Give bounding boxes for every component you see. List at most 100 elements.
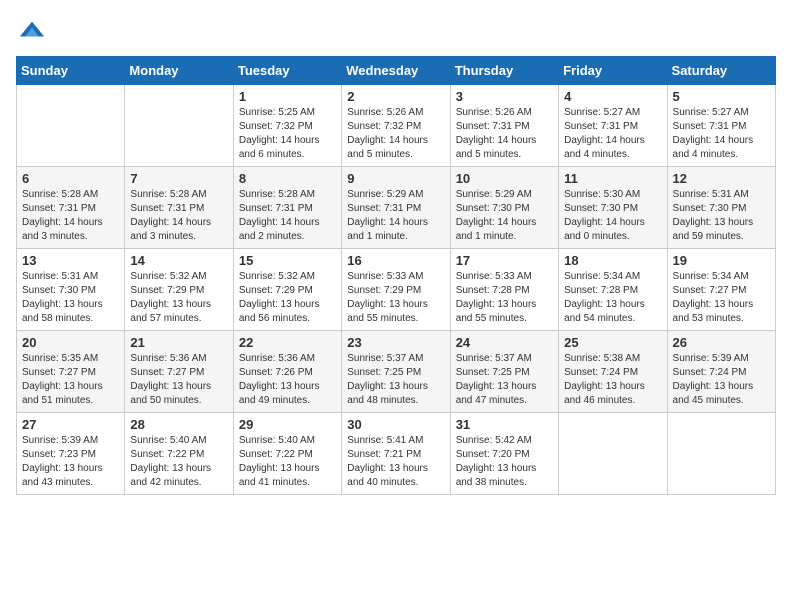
calendar-cell: 5Sunrise: 5:27 AMSunset: 7:31 PMDaylight…: [667, 85, 775, 167]
calendar-cell: 28 Sunrise: 5:40 AMSunset: 7:22 PMDayligh…: [125, 413, 233, 495]
day-info: Sunrise: 5:28 AMSunset: 7:31 PMDaylight:…: [239, 189, 320, 242]
calendar-cell: 21 Sunrise: 5:36 AMSunset: 7:27 PMDayligh…: [125, 331, 233, 413]
calendar-cell: 29 Sunrise: 5:40 AMSunset: 7:22 PMDayligh…: [233, 413, 341, 495]
weekday-header-monday: Monday: [125, 57, 233, 85]
weekday-header-sunday: Sunday: [17, 57, 125, 85]
day-info: Sunrise: 5:35 AMSunset: 7:27 PMDaylight:…: [22, 353, 103, 406]
day-info: Sunrise: 5:25 AMSunset: 7:32 PMDaylight:…: [239, 107, 320, 160]
calendar-cell: 12 Sunrise: 5:31 AMSunset: 7:30 PMDayligh…: [667, 167, 775, 249]
day-info: Sunrise: 5:27 AMSunset: 7:31 PMDaylight:…: [564, 107, 645, 160]
calendar-cell: 30Sunrise: 5:41 AMSunset: 7:21 PMDayligh…: [342, 413, 450, 495]
day-number: 6: [22, 171, 119, 186]
day-number: 16: [347, 253, 444, 268]
calendar-cell: 17 Sunrise: 5:33 AMSunset: 7:28 PMDayligh…: [450, 249, 558, 331]
day-info: Sunrise: 5:37 AMSunset: 7:25 PMDaylight:…: [456, 353, 537, 406]
day-info: Sunrise: 5:33 AMSunset: 7:28 PMDaylight:…: [456, 271, 537, 324]
calendar-week-5: 27Sunrise: 5:39 AMSunset: 7:23 PMDayligh…: [17, 413, 776, 495]
weekday-header-wednesday: Wednesday: [342, 57, 450, 85]
calendar-cell: 18 Sunrise: 5:34 AMSunset: 7:28 PMDayligh…: [559, 249, 667, 331]
day-info: Sunrise: 5:26 AMSunset: 7:31 PMDaylight:…: [456, 107, 537, 160]
calendar-week-1: 1 Sunrise: 5:25 AMSunset: 7:32 PMDaylight…: [17, 85, 776, 167]
page-header: [16, 16, 776, 44]
calendar-cell: 13 Sunrise: 5:31 AMSunset: 7:30 PMDayligh…: [17, 249, 125, 331]
calendar-cell: [17, 85, 125, 167]
day-info: Sunrise: 5:37 AMSunset: 7:25 PMDaylight:…: [347, 353, 428, 406]
calendar-cell: 19 Sunrise: 5:34 AMSunset: 7:27 PMDayligh…: [667, 249, 775, 331]
calendar-cell: [125, 85, 233, 167]
logo-icon: [18, 16, 46, 44]
day-info: Sunrise: 5:34 AMSunset: 7:28 PMDaylight:…: [564, 271, 645, 324]
day-number: 22: [239, 335, 336, 350]
day-number: 18: [564, 253, 661, 268]
day-info: Sunrise: 5:42 AMSunset: 7:20 PMDaylight:…: [456, 435, 537, 488]
day-info: Sunrise: 5:31 AMSunset: 7:30 PMDaylight:…: [22, 271, 103, 324]
day-number: 25: [564, 335, 661, 350]
weekday-header-friday: Friday: [559, 57, 667, 85]
day-info: Sunrise: 5:29 AMSunset: 7:31 PMDaylight:…: [347, 189, 428, 242]
day-info: Sunrise: 5:29 AMSunset: 7:30 PMDaylight:…: [456, 189, 537, 242]
calendar-cell: 26 Sunrise: 5:39 AMSunset: 7:24 PMDayligh…: [667, 331, 775, 413]
day-number: 17: [456, 253, 553, 268]
day-number: 4: [564, 89, 661, 104]
day-number: 30: [347, 417, 444, 432]
calendar-week-4: 20 Sunrise: 5:35 AMSunset: 7:27 PMDayligh…: [17, 331, 776, 413]
calendar-cell: 10Sunrise: 5:29 AMSunset: 7:30 PMDayligh…: [450, 167, 558, 249]
calendar-cell: 16 Sunrise: 5:33 AMSunset: 7:29 PMDayligh…: [342, 249, 450, 331]
day-number: 23: [347, 335, 444, 350]
calendar-cell: 15 Sunrise: 5:32 AMSunset: 7:29 PMDayligh…: [233, 249, 341, 331]
day-info: Sunrise: 5:40 AMSunset: 7:22 PMDaylight:…: [130, 435, 211, 488]
day-info: Sunrise: 5:28 AMSunset: 7:31 PMDaylight:…: [130, 189, 211, 242]
day-info: Sunrise: 5:26 AMSunset: 7:32 PMDaylight:…: [347, 107, 428, 160]
day-number: 1: [239, 89, 336, 104]
logo: [16, 16, 46, 44]
day-info: Sunrise: 5:30 AMSunset: 7:30 PMDaylight:…: [564, 189, 645, 242]
day-number: 12: [673, 171, 770, 186]
day-number: 24: [456, 335, 553, 350]
calendar-cell: 9 Sunrise: 5:29 AMSunset: 7:31 PMDaylight…: [342, 167, 450, 249]
calendar-week-2: 6 Sunrise: 5:28 AMSunset: 7:31 PMDaylight…: [17, 167, 776, 249]
weekday-header-row: SundayMondayTuesdayWednesdayThursdayFrid…: [17, 57, 776, 85]
day-number: 2: [347, 89, 444, 104]
day-number: 11: [564, 171, 661, 186]
day-number: 20: [22, 335, 119, 350]
day-number: 15: [239, 253, 336, 268]
calendar-cell: 6 Sunrise: 5:28 AMSunset: 7:31 PMDaylight…: [17, 167, 125, 249]
day-info: Sunrise: 5:40 AMSunset: 7:22 PMDaylight:…: [239, 435, 320, 488]
calendar-cell: 14 Sunrise: 5:32 AMSunset: 7:29 PMDayligh…: [125, 249, 233, 331]
day-number: 31: [456, 417, 553, 432]
day-info: Sunrise: 5:34 AMSunset: 7:27 PMDaylight:…: [673, 271, 754, 324]
day-info: Sunrise: 5:31 AMSunset: 7:30 PMDaylight:…: [673, 189, 754, 242]
day-number: 3: [456, 89, 553, 104]
day-number: 13: [22, 253, 119, 268]
day-number: 14: [130, 253, 227, 268]
day-number: 21: [130, 335, 227, 350]
calendar-cell: 20 Sunrise: 5:35 AMSunset: 7:27 PMDayligh…: [17, 331, 125, 413]
calendar-cell: 31 Sunrise: 5:42 AMSunset: 7:20 PMDayligh…: [450, 413, 558, 495]
day-number: 19: [673, 253, 770, 268]
day-number: 29: [239, 417, 336, 432]
day-number: 8: [239, 171, 336, 186]
day-number: 7: [130, 171, 227, 186]
day-info: Sunrise: 5:32 AMSunset: 7:29 PMDaylight:…: [130, 271, 211, 324]
weekday-header-thursday: Thursday: [450, 57, 558, 85]
calendar-cell: 11 Sunrise: 5:30 AMSunset: 7:30 PMDayligh…: [559, 167, 667, 249]
calendar-cell: 8 Sunrise: 5:28 AMSunset: 7:31 PMDaylight…: [233, 167, 341, 249]
day-info: Sunrise: 5:36 AMSunset: 7:27 PMDaylight:…: [130, 353, 211, 406]
day-number: 28: [130, 417, 227, 432]
calendar-cell: 23 Sunrise: 5:37 AMSunset: 7:25 PMDayligh…: [342, 331, 450, 413]
calendar-cell: [667, 413, 775, 495]
day-number: 26: [673, 335, 770, 350]
day-info: Sunrise: 5:39 AMSunset: 7:24 PMDaylight:…: [673, 353, 754, 406]
calendar-cell: 22 Sunrise: 5:36 AMSunset: 7:26 PMDayligh…: [233, 331, 341, 413]
day-info: Sunrise: 5:28 AMSunset: 7:31 PMDaylight:…: [22, 189, 103, 242]
day-info: Sunrise: 5:32 AMSunset: 7:29 PMDaylight:…: [239, 271, 320, 324]
day-info: Sunrise: 5:36 AMSunset: 7:26 PMDaylight:…: [239, 353, 320, 406]
calendar-cell: 3 Sunrise: 5:26 AMSunset: 7:31 PMDaylight…: [450, 85, 558, 167]
calendar-cell: 2 Sunrise: 5:26 AMSunset: 7:32 PMDaylight…: [342, 85, 450, 167]
day-number: 9: [347, 171, 444, 186]
calendar-table: SundayMondayTuesdayWednesdayThursdayFrid…: [16, 56, 776, 495]
day-info: Sunrise: 5:39 AMSunset: 7:23 PMDaylight:…: [22, 435, 103, 488]
day-info: Sunrise: 5:33 AMSunset: 7:29 PMDaylight:…: [347, 271, 428, 324]
calendar-cell: 1 Sunrise: 5:25 AMSunset: 7:32 PMDaylight…: [233, 85, 341, 167]
calendar-cell: 25Sunrise: 5:38 AMSunset: 7:24 PMDayligh…: [559, 331, 667, 413]
